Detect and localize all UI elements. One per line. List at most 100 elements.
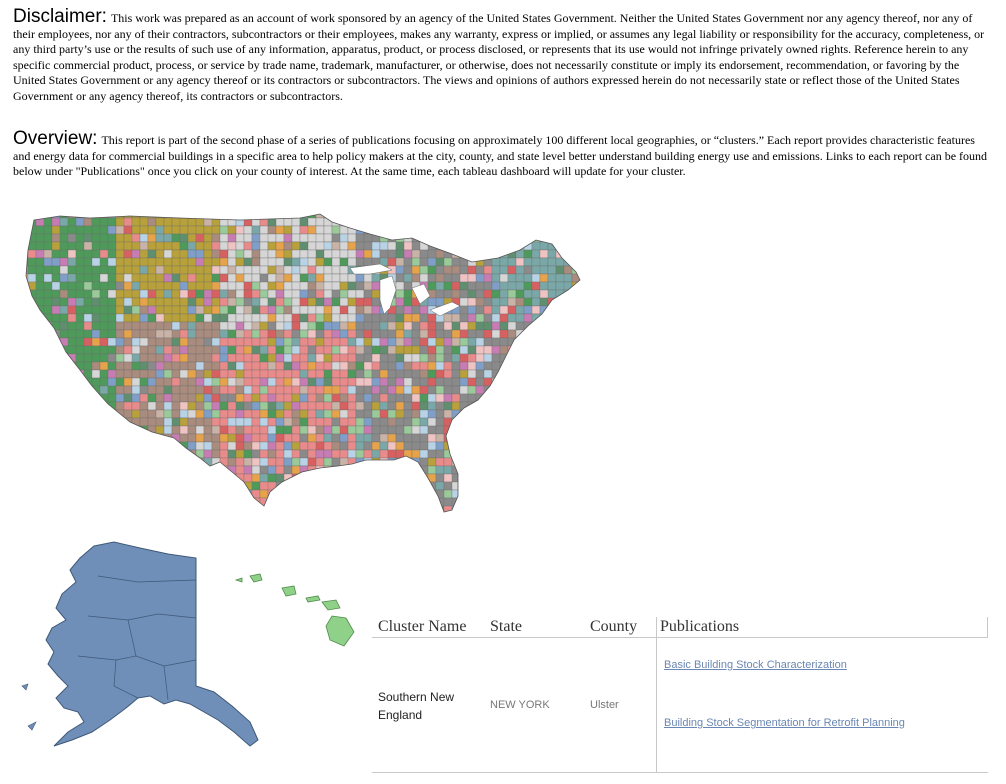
- county-cell[interactable]: [547, 257, 557, 267]
- county-cell[interactable]: [467, 241, 477, 251]
- county-cell[interactable]: [299, 353, 309, 363]
- county-cell[interactable]: [259, 345, 269, 355]
- county-cell[interactable]: [339, 369, 349, 379]
- county-cell[interactable]: [51, 281, 61, 291]
- county-cell[interactable]: [483, 457, 493, 467]
- county-cell[interactable]: [243, 281, 253, 291]
- county-cell[interactable]: [83, 465, 93, 475]
- county-cell[interactable]: [60, 514, 68, 522]
- county-cell[interactable]: [499, 257, 509, 267]
- county-cell[interactable]: [187, 289, 197, 299]
- county-cell[interactable]: [523, 289, 533, 299]
- county-cell[interactable]: [363, 321, 373, 331]
- county-cell[interactable]: [419, 401, 429, 411]
- county-cell[interactable]: [476, 514, 484, 522]
- county-cell[interactable]: [331, 281, 341, 291]
- county-cell[interactable]: [83, 305, 93, 315]
- county-cell[interactable]: [299, 425, 309, 435]
- county-cell[interactable]: [563, 257, 573, 267]
- county-cell[interactable]: [259, 210, 269, 219]
- county-cell[interactable]: [427, 393, 437, 403]
- county-cell[interactable]: [27, 465, 45, 475]
- county-cell[interactable]: [387, 345, 397, 355]
- county-cell[interactable]: [315, 425, 325, 435]
- county-cell[interactable]: [75, 385, 93, 395]
- county-cell[interactable]: [235, 417, 245, 427]
- county-cell[interactable]: [219, 305, 229, 315]
- county-cell[interactable]: [315, 329, 325, 339]
- county-cell[interactable]: [43, 385, 53, 395]
- county-cell[interactable]: [51, 377, 69, 387]
- county-cell[interactable]: [83, 481, 101, 491]
- county-cell[interactable]: [403, 441, 413, 451]
- county-cell[interactable]: [332, 514, 340, 522]
- county-cell[interactable]: [43, 225, 53, 235]
- county-cell[interactable]: [563, 369, 573, 379]
- county-cell[interactable]: [411, 321, 421, 331]
- header-publications[interactable]: Publications: [660, 618, 739, 636]
- county-cell[interactable]: [523, 401, 533, 411]
- county-cell[interactable]: [203, 449, 213, 459]
- county-cell[interactable]: [331, 345, 341, 355]
- county-cell[interactable]: [451, 385, 461, 395]
- county-cell[interactable]: [323, 393, 333, 403]
- county-cell[interactable]: [243, 361, 253, 371]
- county-cell[interactable]: [323, 401, 333, 411]
- county-cell[interactable]: [355, 369, 365, 379]
- county-cell[interactable]: [275, 329, 285, 339]
- county-cell[interactable]: [163, 225, 173, 235]
- county-cell[interactable]: [283, 217, 293, 227]
- county-cell[interactable]: [275, 233, 285, 243]
- county-cell[interactable]: [91, 217, 101, 227]
- county-cell[interactable]: [427, 385, 437, 395]
- county-cell[interactable]: [315, 473, 325, 483]
- county-cell[interactable]: [539, 329, 549, 339]
- county-cell[interactable]: [107, 321, 117, 331]
- county-cell[interactable]: [283, 441, 293, 451]
- county-cell[interactable]: [411, 210, 421, 219]
- county-cell[interactable]: [427, 465, 437, 475]
- county-cell[interactable]: [459, 241, 469, 251]
- county-cell[interactable]: [243, 233, 253, 243]
- county-cell[interactable]: [579, 361, 588, 371]
- county-cell[interactable]: [243, 457, 253, 467]
- county-cell[interactable]: [131, 249, 141, 259]
- county-cell[interactable]: [235, 281, 245, 291]
- county-cell[interactable]: [27, 210, 37, 219]
- county-cell[interactable]: [347, 289, 357, 299]
- county-cell[interactable]: [107, 441, 117, 451]
- county-cell[interactable]: [267, 241, 277, 251]
- county-cell[interactable]: [107, 505, 125, 514]
- county-cell[interactable]: [235, 433, 245, 443]
- county-cell[interactable]: [379, 377, 389, 387]
- county-cell[interactable]: [483, 305, 493, 315]
- county-cell[interactable]: [83, 233, 93, 243]
- county-cell[interactable]: [59, 425, 69, 435]
- county-cell[interactable]: [579, 417, 588, 427]
- county-cell[interactable]: [67, 409, 77, 419]
- county-cell[interactable]: [75, 457, 85, 467]
- county-cell[interactable]: [483, 321, 493, 331]
- county-cell[interactable]: [539, 385, 557, 395]
- county-cell[interactable]: [75, 233, 85, 243]
- county-cell[interactable]: [67, 489, 77, 499]
- county-cell[interactable]: [435, 441, 445, 451]
- county-cell[interactable]: [275, 337, 285, 347]
- county-cell[interactable]: [387, 489, 397, 499]
- county-cell[interactable]: [291, 441, 301, 451]
- county-cell[interactable]: [123, 210, 133, 219]
- county-cell[interactable]: [147, 489, 157, 499]
- county-cell[interactable]: [259, 329, 269, 339]
- county-cell[interactable]: [131, 481, 141, 491]
- county-cell[interactable]: [107, 345, 117, 355]
- county-cell[interactable]: [243, 369, 253, 379]
- county-cell[interactable]: [51, 401, 61, 411]
- county-cell[interactable]: [131, 329, 141, 339]
- county-cell[interactable]: [243, 353, 253, 363]
- county-cell[interactable]: [299, 313, 309, 323]
- county-cell[interactable]: [475, 321, 485, 331]
- county-cell[interactable]: [299, 241, 309, 251]
- county-cell[interactable]: [507, 401, 517, 411]
- county-cell[interactable]: [467, 457, 485, 467]
- county-cell[interactable]: [299, 369, 309, 379]
